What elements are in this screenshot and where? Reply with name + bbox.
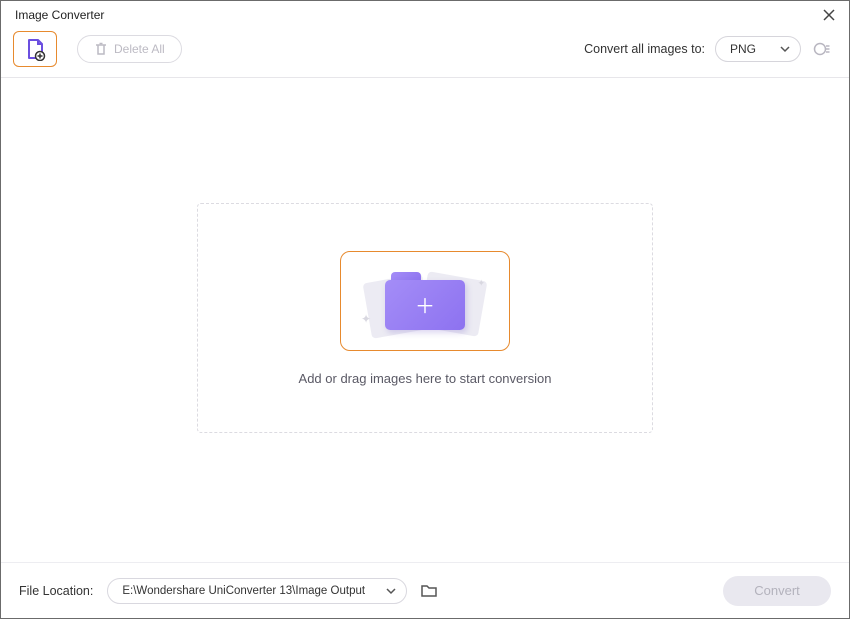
toolbar: Delete All Convert all images to: PNG [1,27,849,78]
output-settings-button[interactable] [811,38,833,60]
browse-folder-button[interactable] [417,579,441,603]
trash-icon [94,42,108,56]
main-content: ✦ ✦ ＋ Add or drag images here to start c… [1,78,849,558]
close-icon [822,8,836,22]
format-selected-value: PNG [730,42,756,56]
sparkle-icon: ✦ [477,278,485,289]
convert-button[interactable]: Convert [723,576,831,606]
title-bar: Image Converter [1,1,849,27]
sparkle-icon: ✦ [361,312,371,326]
chevron-down-icon [386,586,396,596]
delete-all-button[interactable]: Delete All [77,35,182,63]
window-title: Image Converter [15,8,104,22]
convert-button-label: Convert [754,583,800,598]
folder-plus-icon: ＋ [385,272,465,330]
output-format-select[interactable]: PNG [715,36,801,62]
footer-bar: File Location: E:\Wondershare UniConvert… [1,562,849,618]
add-files-button[interactable] [13,31,57,67]
drop-zone[interactable]: ✦ ✦ ＋ Add or drag images here to start c… [197,203,653,433]
delete-all-label: Delete All [114,42,165,56]
add-file-icon [23,37,47,61]
add-images-illustration-button[interactable]: ✦ ✦ ＋ [340,251,510,351]
file-location-path: E:\Wondershare UniConverter 13\Image Out… [122,585,365,597]
convert-all-label: Convert all images to: [584,42,705,56]
folder-icon [420,583,438,599]
drop-zone-hint: Add or drag images here to start convers… [299,371,552,386]
settings-icon [813,40,831,58]
file-location-select[interactable]: E:\Wondershare UniConverter 13\Image Out… [107,578,407,604]
file-location-label: File Location: [19,584,93,598]
close-button[interactable] [819,5,839,25]
chevron-down-icon [780,44,790,54]
